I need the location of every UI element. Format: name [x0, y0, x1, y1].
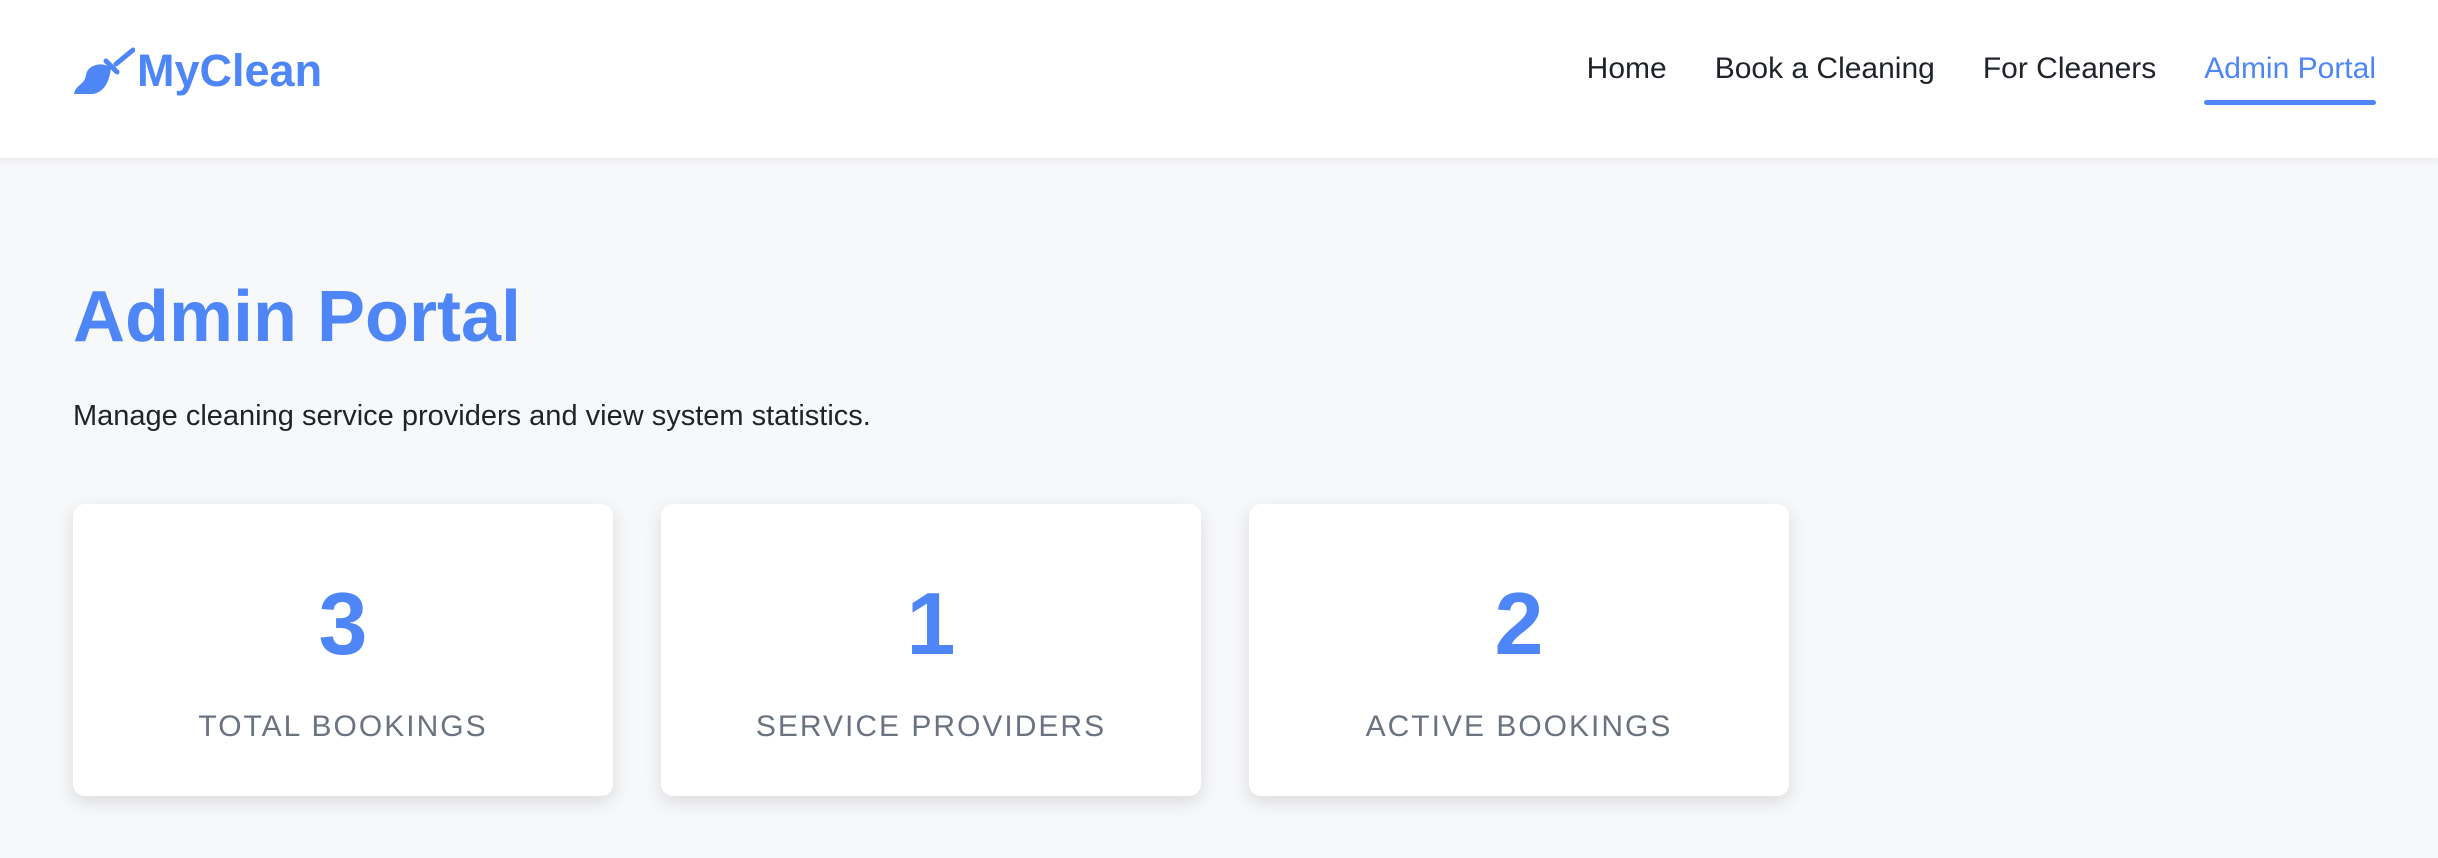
nav-admin-portal[interactable]: Admin Portal: [2204, 52, 2376, 105]
stat-card-total-bookings: 3 TOTAL BOOKINGS: [73, 504, 613, 796]
brand-logo[interactable]: MyClean: [73, 44, 322, 98]
stat-label: SERVICE PROVIDERS: [755, 710, 1107, 743]
stat-card-active-bookings: 2 ACTIVE BOOKINGS: [1249, 504, 1789, 796]
nav-for-cleaners[interactable]: For Cleaners: [1983, 52, 2156, 100]
stat-value: 2: [1494, 574, 1544, 673]
stat-card-service-providers: 1 SERVICE PROVIDERS: [661, 504, 1201, 796]
stat-label: TOTAL BOOKINGS: [198, 710, 488, 743]
stat-label: ACTIVE BOOKINGS: [1365, 710, 1673, 743]
stat-value: 3: [318, 574, 368, 673]
nav-book-cleaning[interactable]: Book a Cleaning: [1715, 52, 1935, 100]
brand-name: MyClean: [137, 45, 323, 96]
stat-value: 1: [906, 574, 956, 673]
header: MyClean Home Book a Cleaning For Cleaner…: [0, 0, 2438, 158]
page-title: Admin Portal: [73, 277, 522, 357]
broom-icon: [74, 47, 135, 94]
nav-home[interactable]: Home: [1587, 52, 1667, 100]
main-nav: Home Book a Cleaning For Cleaners Admin …: [1587, 52, 2376, 105]
page-subtitle: Manage cleaning service providers and vi…: [73, 400, 871, 432]
